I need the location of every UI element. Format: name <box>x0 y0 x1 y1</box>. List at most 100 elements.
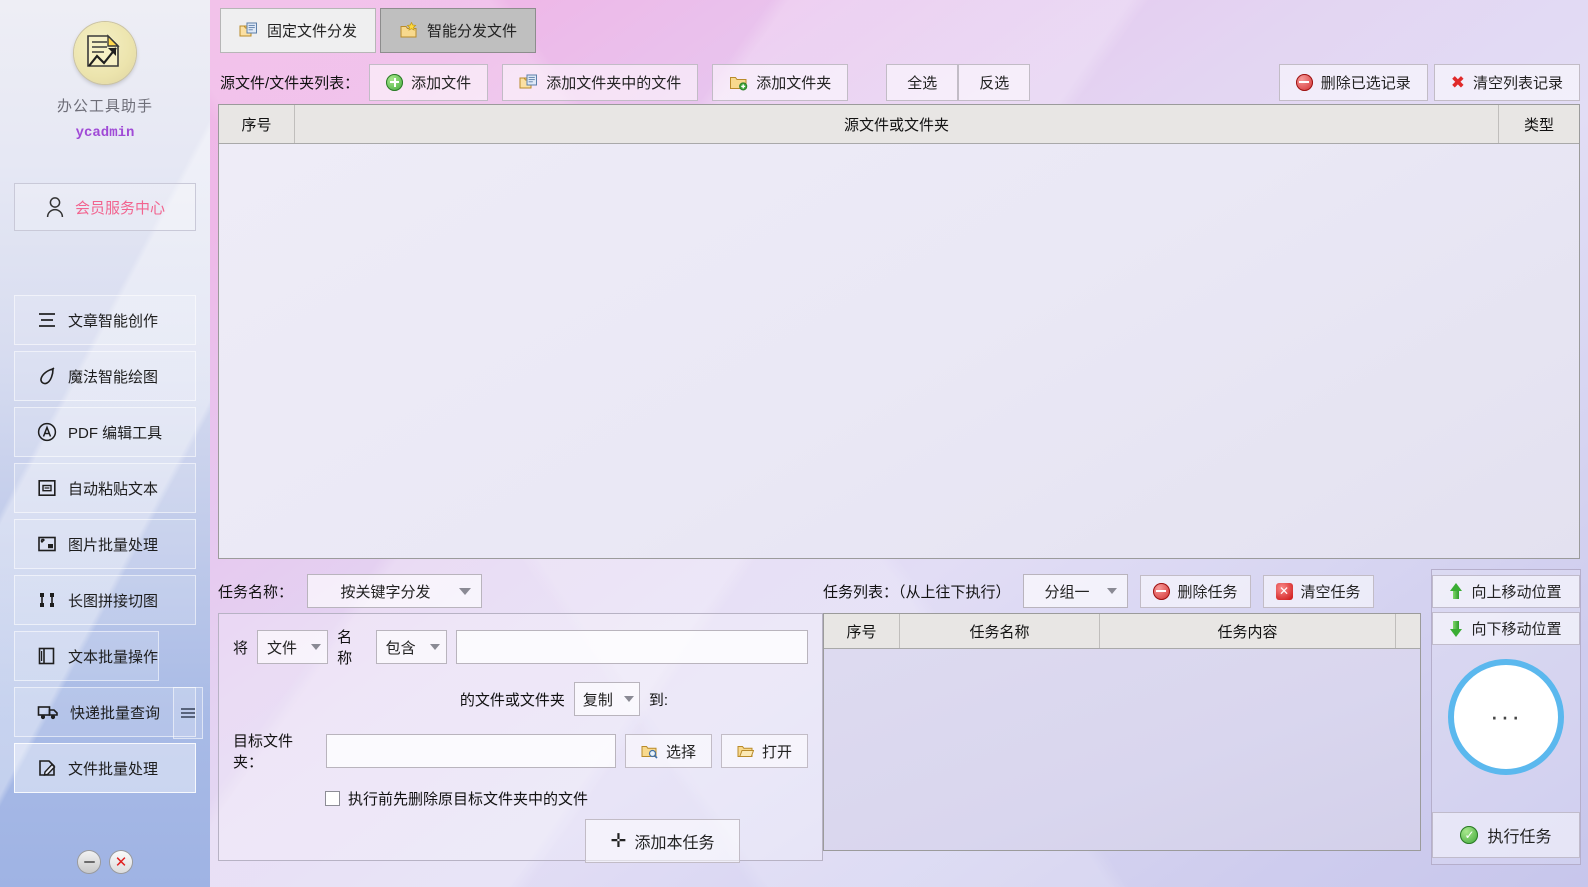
close-button[interactable]: ✕ <box>110 851 132 873</box>
status-circle-button[interactable]: ··· <box>1448 659 1564 775</box>
sidebar-item-text-batch-ops[interactable]: 文本批量操作 <box>14 631 159 681</box>
user-icon <box>45 196 65 218</box>
add-files-in-folder-label: 添加文件夹中的文件 <box>546 74 682 92</box>
image-icon <box>37 535 57 553</box>
target-type-select[interactable]: 文件 <box>257 630 329 664</box>
match-mode-select[interactable]: 包含 <box>375 630 447 664</box>
task-table-header-row: 序号 任务名称 任务内容 <box>824 614 1420 649</box>
paste-icon <box>37 478 57 498</box>
check-circle-icon: ✓ <box>1460 826 1479 844</box>
right-rail: 向上移动位置 向下移动位置 ··· ✓ 执行任务 <box>1421 569 1581 865</box>
tab-label: 智能分发文件 <box>427 22 518 40</box>
sidebar-item-label: 文章智能创作 <box>68 312 159 330</box>
dest-folder-input[interactable] <box>325 734 616 768</box>
group-value: 分组一 <box>1044 583 1090 601</box>
sidebar-nav: 文章智能创作 魔法智能绘图 PDF 编辑工具 自动粘贴文本 图片批量处理 长图拼… <box>0 295 210 793</box>
sidebar-item-image-batch[interactable]: 图片批量处理 <box>14 519 196 569</box>
minimize-button[interactable] <box>78 851 100 873</box>
task-list-header: 任务列表：（从上往下执行） 分组一 删除任务 ✕ 清空任务 <box>823 569 1421 613</box>
delete-selected-button[interactable]: 删除已选记录 <box>1278 63 1428 101</box>
add-file-button[interactable]: 添加文件 <box>369 63 489 101</box>
move-up-button[interactable]: 向上移动位置 <box>1432 575 1580 608</box>
group-select[interactable]: 分组一 <box>1022 574 1128 608</box>
sidebar-item-label: 快递批量查询 <box>70 704 161 722</box>
task-table: 序号 任务名称 任务内容 <box>823 613 1421 851</box>
add-folder-button[interactable]: 添加文件夹 <box>712 63 849 101</box>
rule-builder-box: 将 文件 名称 包含 的文件或文件夹 复制 到: 目标文件夹： 选择 打开 执行… <box>218 613 823 863</box>
rule-row-5: ✛ 添加本任务 <box>233 819 808 863</box>
task-name-value: 按关键字分发 <box>340 583 431 601</box>
match-mode-value: 包含 <box>385 639 416 657</box>
table-body-empty[interactable] <box>219 144 1579 558</box>
column-header-source: 源文件或文件夹 <box>295 105 1499 143</box>
brush-icon <box>37 366 57 386</box>
rule-row-3: 目标文件夹： 选择 打开 <box>233 730 808 772</box>
arrow-down-icon <box>1450 620 1463 637</box>
add-task-label: 添加本任务 <box>634 835 715 852</box>
member-service-center-button[interactable]: 会员服务中心 <box>14 183 196 231</box>
invert-select-button[interactable]: 反选 <box>958 63 1031 101</box>
chevron-down-icon <box>459 587 472 595</box>
rule-row-4: 执行前先删除原目标文件夹中的文件 <box>233 788 808 809</box>
app-logo <box>74 22 136 84</box>
table-header-row: 序号 源文件或文件夹 类型 <box>219 105 1579 144</box>
choose-folder-label: 选择 <box>665 743 696 761</box>
task-name-select[interactable]: 按关键字分发 <box>307 574 483 608</box>
select-all-button[interactable]: 全选 <box>886 63 959 101</box>
application-window: 办公工具助手 ycadmin 会员服务中心 文章智能创作 魔法智能绘图 PDF … <box>0 0 1588 887</box>
clear-task-button[interactable]: ✕ 清空任务 <box>1262 574 1374 608</box>
clear-list-button[interactable]: ✖ 清空列表记录 <box>1433 63 1580 101</box>
rule-row-2: 的文件或文件夹 复制 到: <box>233 682 808 716</box>
pdf-icon <box>37 422 57 442</box>
sidebar-item-file-batch-process[interactable]: 文件批量处理 <box>14 743 196 793</box>
add-folder-label: 添加文件夹 <box>756 74 832 92</box>
action-select[interactable]: 复制 <box>573 682 640 716</box>
task-list-title: 任务列表：（从上往下执行） <box>823 583 1011 601</box>
plus-circle-icon <box>386 73 404 91</box>
sidebar-item-express-query[interactable]: 快递批量查询 <box>14 687 196 737</box>
move-down-button[interactable]: 向下移动位置 <box>1432 612 1580 645</box>
run-task-label: 执行任务 <box>1487 829 1552 846</box>
folder-add-icon <box>729 74 748 91</box>
source-toolbar: 源文件/文件夹列表： 添加文件 添加文件夹中的文件 添加文件夹 全选 反选 删除… <box>210 60 1588 104</box>
sidebar-item-label: 自动粘贴文本 <box>68 480 159 498</box>
task-name-row: 任务名称： 按关键字分发 <box>218 569 823 613</box>
source-file-table: 序号 源文件或文件夹 类型 <box>218 104 1580 559</box>
add-files-in-folder-button[interactable]: 添加文件夹中的文件 <box>502 63 699 101</box>
book-icon <box>37 646 57 666</box>
to-label: 到: <box>648 691 668 709</box>
keyword-input[interactable] <box>455 630 808 664</box>
rule-row-1: 将 文件 名称 包含 <box>233 626 808 668</box>
task-column-header-content: 任务内容 <box>1100 614 1396 648</box>
close-x-icon: ✖ <box>1450 72 1465 92</box>
task-column-header-name: 任务名称 <box>900 614 1100 648</box>
tab-fixed-distribution[interactable]: 固定文件分发 <box>220 7 377 53</box>
tab-smart-distribution[interactable]: 智能分发文件 <box>380 7 537 53</box>
delete-before-checkbox[interactable] <box>325 791 340 806</box>
lines-icon <box>37 311 57 329</box>
task-column-header-pad <box>1396 614 1420 648</box>
task-table-body-empty[interactable] <box>824 649 1420 850</box>
source-list-label: 源文件/文件夹列表： <box>220 74 360 92</box>
dest-folder-label: 目标文件夹： <box>233 733 294 771</box>
sidebar-item-pdf-tools[interactable]: PDF 编辑工具 <box>14 407 196 457</box>
sidebar-item-magic-drawing[interactable]: 魔法智能绘图 <box>14 351 196 401</box>
sidebar-item-long-image-split[interactable]: 长图拼接切图 <box>14 575 196 625</box>
add-task-button[interactable]: ✛ 添加本任务 <box>585 819 740 863</box>
select-all-label: 全选 <box>907 74 938 92</box>
tab-bar: 固定文件分发 智能分发文件 <box>210 0 1588 60</box>
task-column-header-index: 序号 <box>824 614 900 648</box>
open-folder-label: 打开 <box>761 743 792 761</box>
sidebar-item-article-creation[interactable]: 文章智能创作 <box>14 295 196 345</box>
sidebar-item-auto-paste-text[interactable]: 自动粘贴文本 <box>14 463 196 513</box>
x-badge-icon: ✕ <box>1275 582 1293 600</box>
open-folder-button[interactable]: 打开 <box>720 734 808 768</box>
run-task-button[interactable]: ✓ 执行任务 <box>1432 812 1580 858</box>
tab-label: 固定文件分发 <box>267 22 358 40</box>
sidebar-item-label: 文本批量操作 <box>68 648 159 666</box>
choose-folder-button[interactable]: 选择 <box>624 734 712 768</box>
of-files-label: 的文件或文件夹 <box>459 691 565 709</box>
minus-circle-icon <box>1152 582 1170 600</box>
name-label: 名称 <box>337 629 353 667</box>
delete-task-button[interactable]: 删除任务 <box>1139 574 1251 608</box>
